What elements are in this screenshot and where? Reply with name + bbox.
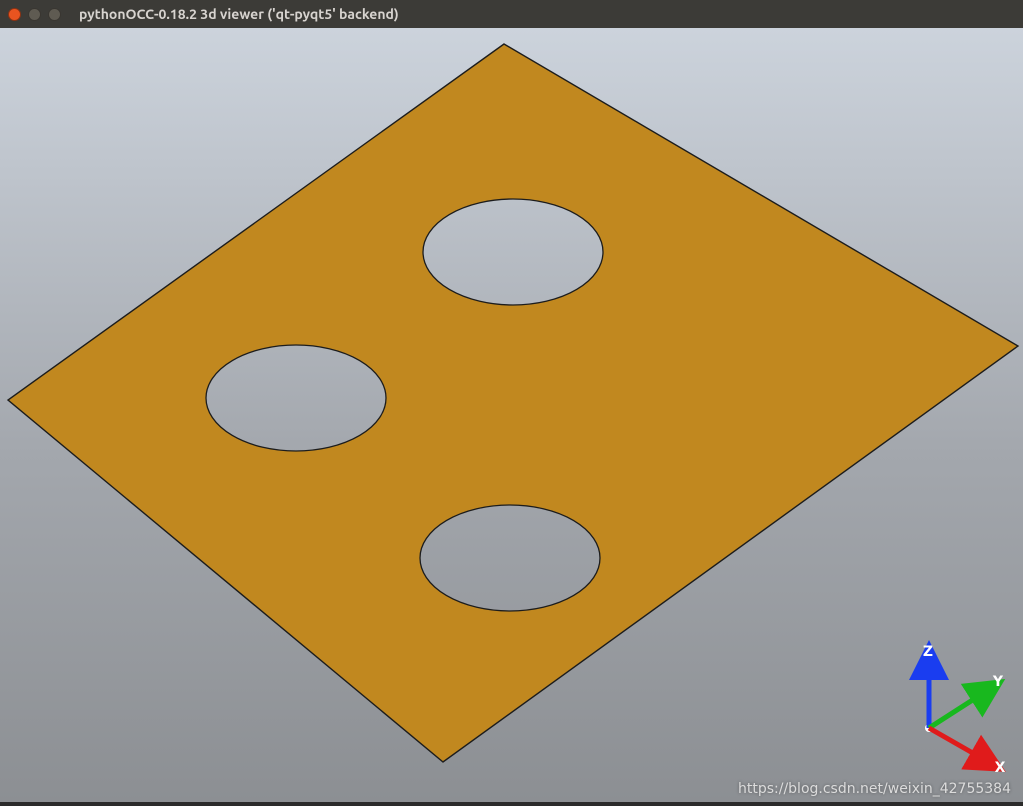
title-bar: pythonOCC-0.18.2 3d viewer ('qt-pyqt5' b… <box>0 0 1023 28</box>
axis-y-label: Y <box>992 674 1004 690</box>
axis-z-label: Z <box>923 644 933 660</box>
window-controls <box>8 8 61 21</box>
minimize-button[interactable] <box>28 8 41 21</box>
axis-x-label: X <box>995 760 1006 776</box>
close-button[interactable] <box>8 8 21 21</box>
maximize-button[interactable] <box>48 8 61 21</box>
3d-viewport[interactable]: Z Y X https://blog.csdn.net/weixin_42755… <box>0 28 1023 802</box>
watermark-text: https://blog.csdn.net/weixin_42755384 <box>738 782 1011 796</box>
window-title: pythonOCC-0.18.2 3d viewer ('qt-pyqt5' b… <box>79 6 399 22</box>
